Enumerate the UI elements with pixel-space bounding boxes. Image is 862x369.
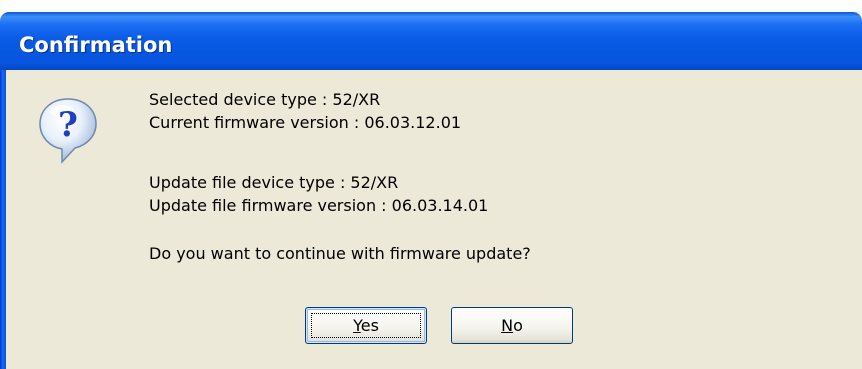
- yes-label-rest: es: [360, 316, 379, 335]
- confirmation-question-text: Do you want to continue with firmware up…: [149, 244, 531, 263]
- current-firmware-version-text: Current firmware version : 06.03.12.01: [149, 113, 462, 132]
- svg-text:?: ?: [58, 105, 78, 145]
- no-label-rest: o: [513, 316, 523, 335]
- confirmation-dialog: Confirmation ? Selected device type : 52…: [0, 0, 862, 369]
- question-icon: ?: [39, 98, 97, 164]
- no-accelerator-key: N: [501, 316, 514, 335]
- update-file-device-type-text: Update file device type : 52/XR: [149, 173, 399, 192]
- yes-button[interactable]: Yes: [305, 307, 427, 344]
- yes-accelerator-key: Y: [353, 316, 361, 335]
- update-file-firmware-version-text: Update file firmware version : 06.03.14.…: [149, 196, 489, 215]
- title-bar[interactable]: Confirmation: [0, 12, 862, 70]
- dialog-body: ? Selected device type : 52/XR Current f…: [0, 70, 862, 369]
- selected-device-type-text: Selected device type : 52/XR: [149, 90, 381, 109]
- no-button[interactable]: No: [451, 307, 573, 344]
- dialog-title: Confirmation: [19, 33, 173, 57]
- window-frame-left: [0, 70, 6, 369]
